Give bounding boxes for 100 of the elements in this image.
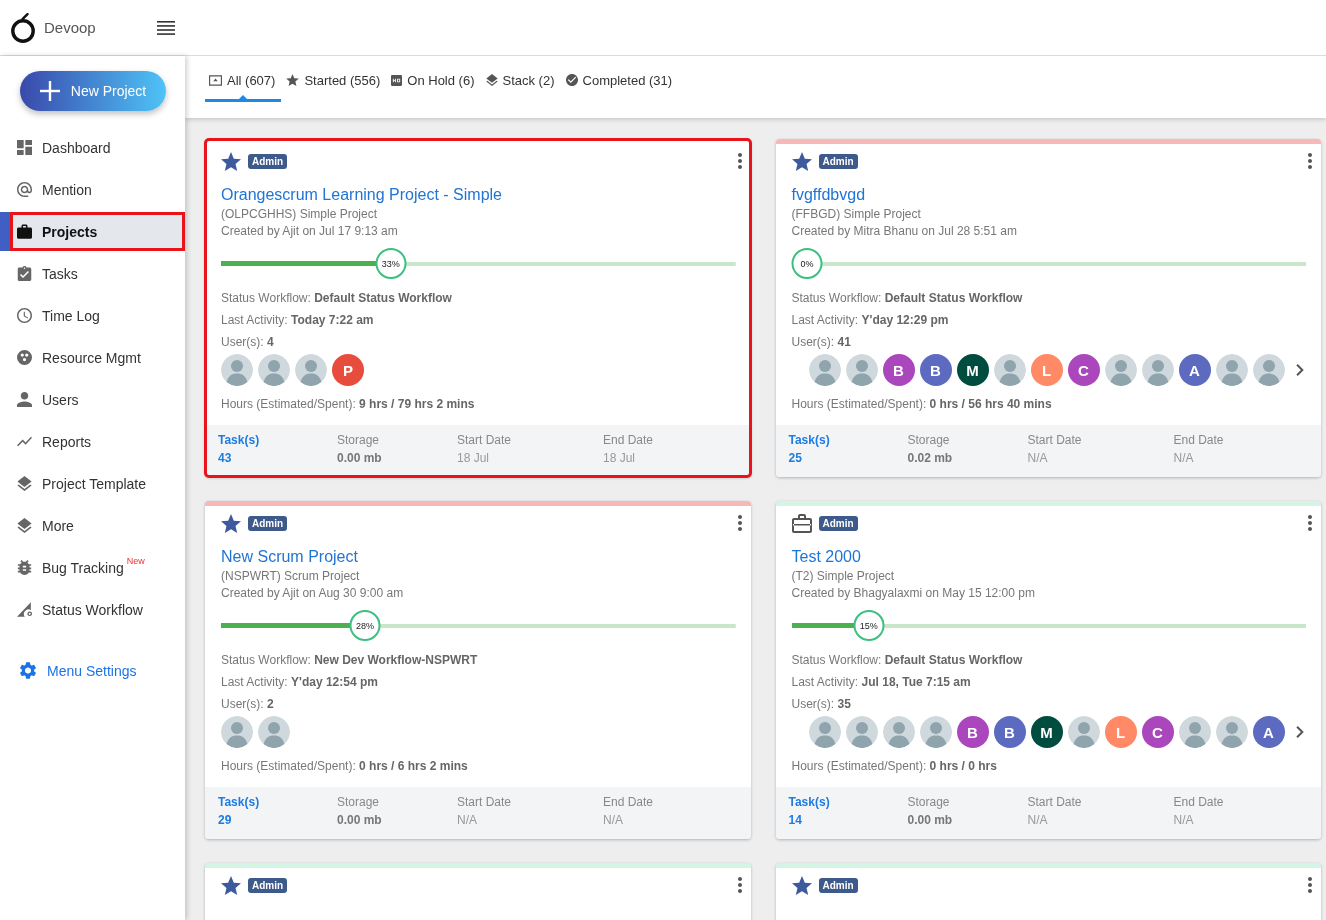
user-silhouette-icon (845, 354, 878, 386)
stat-value: N/A (1027, 450, 1048, 467)
menu-settings-link[interactable]: Menu Settings (20, 662, 137, 679)
filter-tab[interactable]: Completed (31) (561, 66, 679, 102)
stat-label: Storage (337, 794, 380, 811)
role-tag: Admin (248, 153, 288, 169)
letter-avatar: L (1030, 354, 1063, 386)
star-icon[interactable] (221, 513, 241, 533)
letter-avatar: A (1252, 716, 1285, 748)
briefcase-icon[interactable] (791, 513, 812, 533)
stat-link-value[interactable]: 29 (218, 811, 232, 829)
star-icon[interactable] (221, 875, 241, 895)
status-workflow-text: Status Workflow: Default Status Workflow (221, 290, 453, 307)
user-silhouette-icon (919, 716, 952, 748)
more-options-icon[interactable] (737, 877, 742, 893)
user-silhouette-icon (1141, 354, 1174, 386)
layers-icon (17, 518, 32, 533)
project-type-text: (FFBGD) Simple Project (791, 206, 922, 223)
status-workflow-text: Status Workflow: Default Status Workflow (791, 652, 1024, 669)
sidebar-item[interactable]: Mention (0, 170, 185, 209)
brand-name: Devoop (44, 19, 96, 36)
users-count-text: User(s): 35 (791, 696, 852, 713)
star-icon[interactable] (791, 875, 812, 895)
role-tag: Admin (818, 877, 858, 893)
status-workflow-text: Status Workflow: Default Status Workflow (791, 290, 1024, 307)
sidebar-item[interactable]: Dashboard (0, 128, 185, 167)
stat-value: 0.00 mb (337, 812, 382, 829)
letter-avatar: M (1030, 716, 1063, 748)
stat-value: N/A (1173, 812, 1194, 829)
stat-label: End Date (603, 794, 654, 811)
sidebar-item[interactable]: Reports (0, 422, 185, 461)
sidebar-item[interactable]: Time Log (0, 296, 185, 335)
filter-tab[interactable]: Stack (2) (481, 66, 561, 102)
layers-icon (17, 476, 32, 491)
chevron-right-icon[interactable] (1295, 364, 1304, 376)
letter-avatar: C (1067, 354, 1100, 386)
new-project-button[interactable]: New Project (20, 71, 166, 111)
filter-tab[interactable]: All (607) (205, 66, 282, 102)
status-workflow-text: Status Workflow: New Dev Workflow-NSPWRT (221, 652, 479, 669)
layers-icon (485, 74, 498, 86)
stat-link-value[interactable]: 25 (788, 449, 802, 467)
user-silhouette-icon (1067, 716, 1100, 748)
project-title-link[interactable]: Orangescrum Learning Project - Simple (221, 184, 502, 206)
user-silhouette-icon (808, 716, 841, 748)
sidebar-item[interactable]: Resource Mgmt (0, 338, 185, 377)
more-options-icon[interactable] (1308, 515, 1312, 531)
sidebar-item[interactable]: Users (0, 380, 185, 419)
created-by-text: Created by Ajit on Jul 17 9:13 am (221, 223, 399, 240)
stat-value: N/A (457, 812, 477, 829)
sidebar-item[interactable]: Project Template (0, 464, 185, 503)
project-title-link[interactable]: fvgffdbvgd (791, 184, 866, 206)
user-silhouette-icon (1252, 354, 1285, 386)
letter-avatar: B (882, 354, 915, 386)
sidebar-item[interactable]: Status Workflow (0, 590, 185, 629)
progress-percent: 33% (375, 248, 407, 279)
more-options-icon[interactable] (737, 153, 742, 169)
circle-dots-icon (17, 350, 32, 365)
settings-icon (20, 662, 36, 679)
stat-label: Storage (907, 794, 950, 811)
user-silhouette-icon (845, 716, 878, 748)
stat-value: N/A (1027, 812, 1048, 829)
sidebar-item[interactable]: Tasks (0, 254, 185, 293)
users-count-text: User(s): 4 (221, 334, 275, 351)
menu-icon[interactable] (157, 20, 175, 35)
last-activity-text: Last Activity: Jul 18, Tue 7:15 am (791, 674, 972, 691)
last-activity-text: Last Activity: Y'day 12:29 pm (791, 312, 950, 329)
user-silhouette-icon (808, 354, 841, 386)
filter-tab[interactable]: On Hold (6) (387, 66, 481, 102)
star-icon[interactable] (221, 151, 241, 171)
stat-label: End Date (603, 432, 654, 449)
new-label: New (126, 556, 145, 566)
stat-link-value[interactable]: 14 (788, 811, 802, 829)
project-title-link[interactable]: New Scrum Project (221, 546, 358, 568)
project-type-text: (NSPWRT) Scrum Project (221, 568, 361, 585)
role-tag: Admin (818, 515, 858, 531)
letter-avatar: B (956, 716, 989, 748)
stat-link-label[interactable]: Task(s) (788, 793, 830, 811)
more-options-icon[interactable] (1308, 153, 1312, 169)
project-title-link[interactable]: Test 2000 (791, 546, 861, 568)
sidebar-item[interactable]: Bug Tracking New (0, 548, 185, 587)
stat-value: N/A (603, 812, 623, 829)
stat-link-value[interactable]: 43 (218, 449, 232, 467)
bug-icon (17, 560, 32, 575)
stat-label: End Date (1173, 794, 1224, 811)
hours-text: Hours (Estimated/Spent): 0 hrs / 56 hrs 40 mins (791, 396, 1053, 413)
created-by-text: Created by Mitra Bhanu on Jul 28 5:51 am (791, 223, 1018, 240)
filter-tab[interactable]: Started (556) (282, 66, 387, 102)
star-icon[interactable] (791, 151, 812, 171)
stat-link-label[interactable]: Task(s) (218, 793, 260, 811)
stat-link-label[interactable]: Task(s) (218, 431, 260, 449)
sidebar-item[interactable]: Projects (0, 212, 185, 251)
stat-link-label[interactable]: Task(s) (788, 431, 830, 449)
created-by-text: Created by Ajit on Aug 30 9:00 am (221, 585, 405, 602)
stat-value: 18 Jul (603, 450, 636, 467)
more-options-icon[interactable] (737, 515, 742, 531)
stat-value: 0.02 mb (907, 450, 953, 467)
chevron-right-icon[interactable] (1295, 726, 1304, 738)
more-options-icon[interactable] (1308, 877, 1312, 893)
sidebar-item[interactable]: More (0, 506, 185, 545)
letter-avatar: A (1178, 354, 1211, 386)
